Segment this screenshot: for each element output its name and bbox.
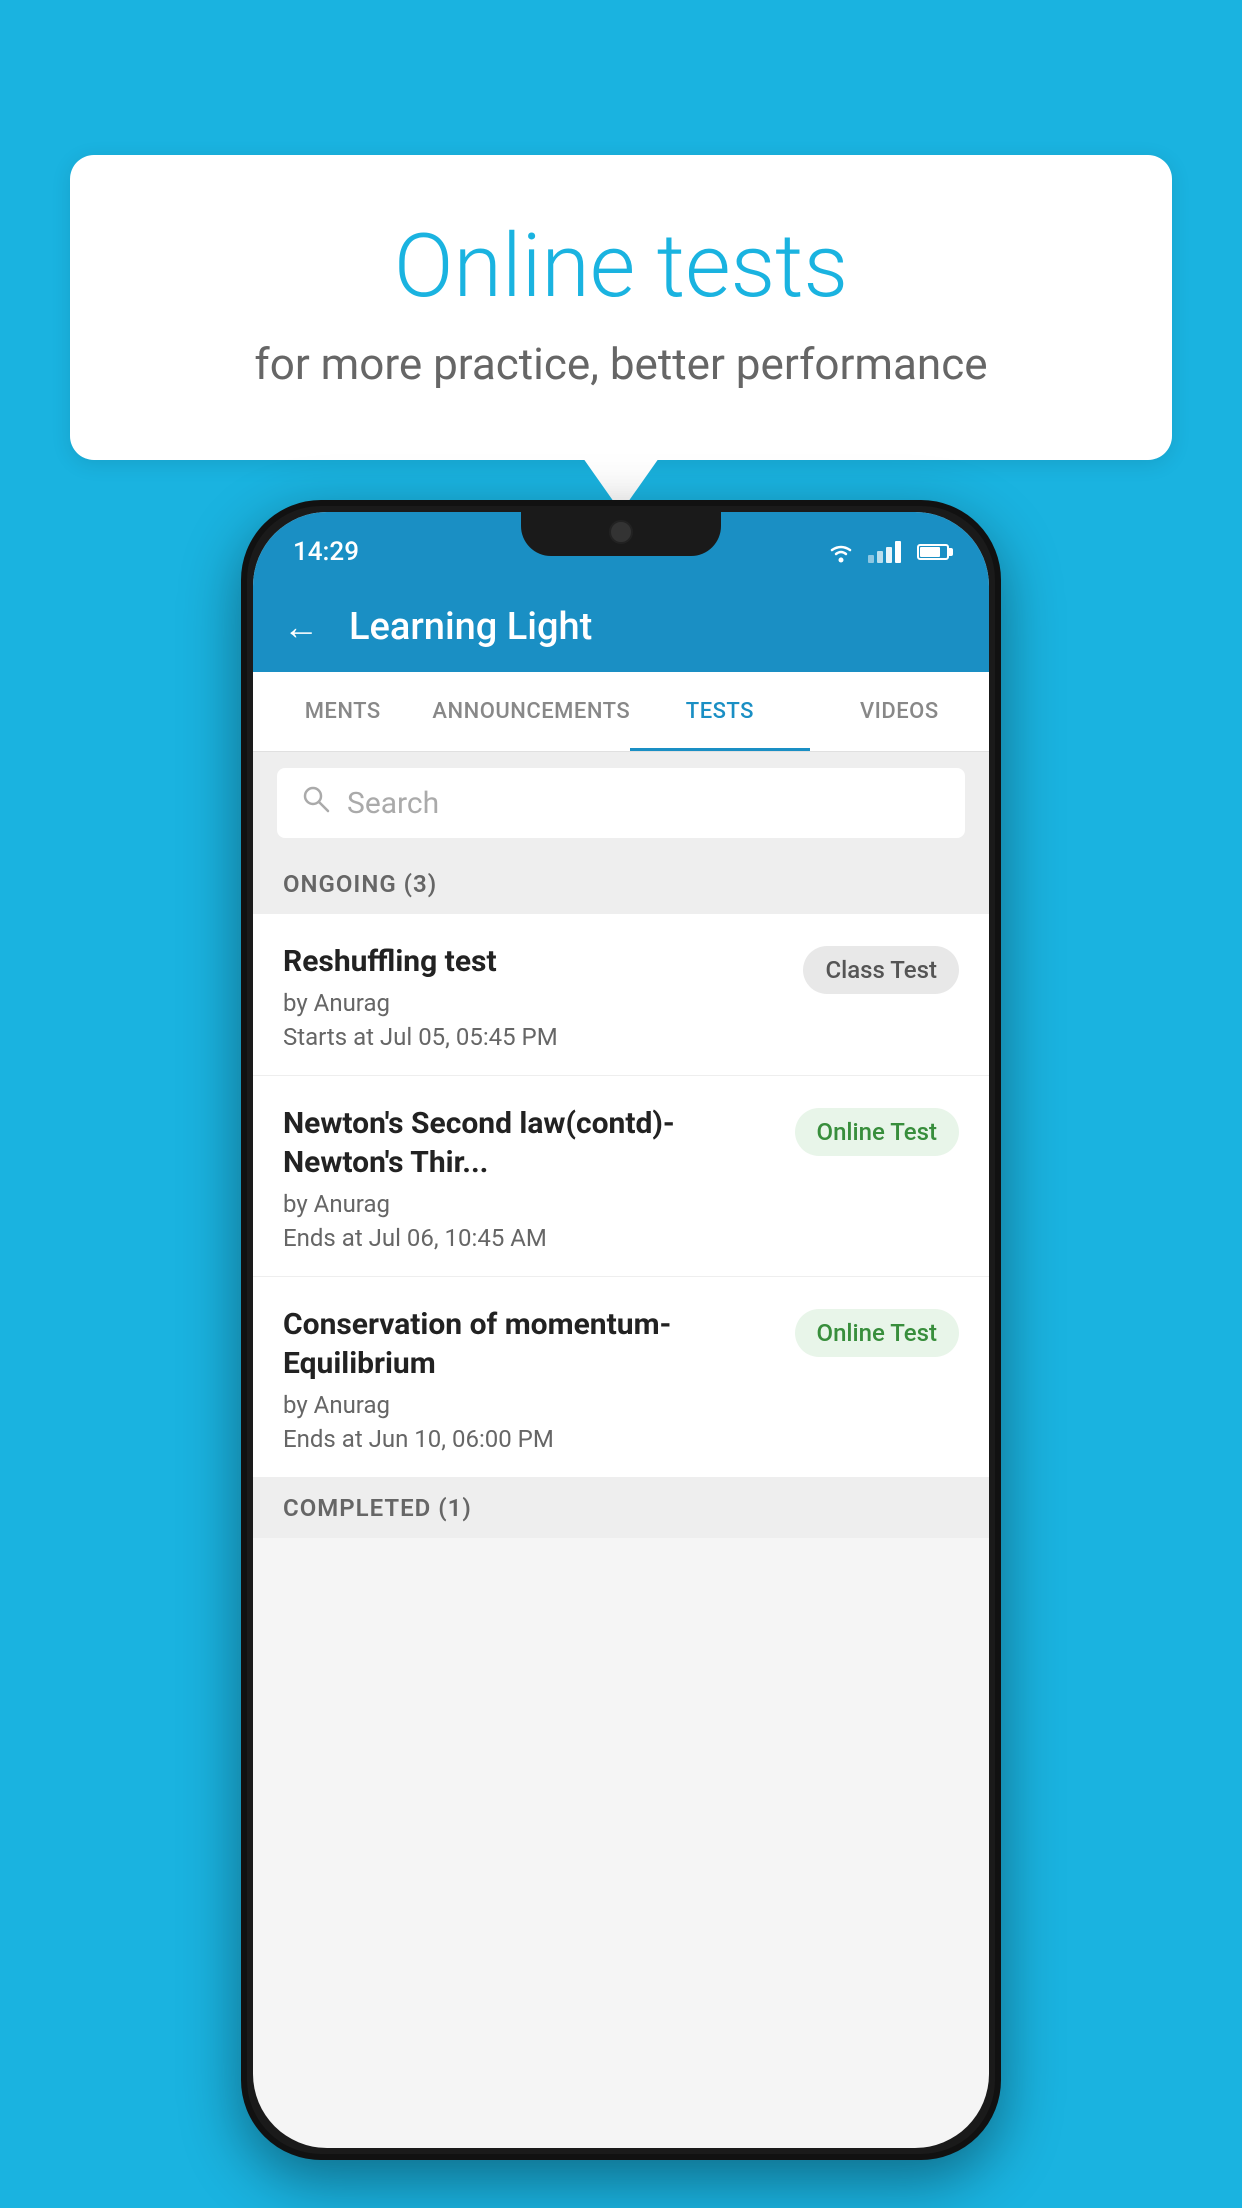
speech-bubble: Online tests for more practice, better p… [70,155,1172,460]
search-container: Search [253,752,989,854]
battery-icon [917,544,949,560]
test-name: Conservation of momentum-Equilibrium [283,1305,775,1383]
test-time: Starts at Jul 05, 05:45 PM [283,1023,783,1051]
tab-videos[interactable]: VIDEOS [810,672,989,751]
test-item[interactable]: Newton's Second law(contd)-Newton's Thir… [253,1076,989,1277]
test-name: Reshuffling test [283,942,783,981]
tab-ments[interactable]: MENTS [253,672,432,751]
test-info: Newton's Second law(contd)-Newton's Thir… [283,1104,795,1252]
test-badge: Online Test [795,1309,959,1357]
test-info: Conservation of momentum-Equilibrium by … [283,1305,795,1453]
test-author: by Anurag [283,989,783,1017]
tab-tests[interactable]: TESTS [630,672,809,751]
test-author: by Anurag [283,1391,775,1419]
phone-button-right [995,786,1001,876]
app-title: Learning Light [349,605,592,649]
phone-button-volume-up [241,706,247,766]
test-time: Ends at Jul 06, 10:45 AM [283,1224,775,1252]
signal-icon [868,541,901,563]
phone-frame: 14:29 [241,500,1001,2160]
status-time: 14:29 [293,537,359,567]
back-button[interactable]: ← [283,606,319,648]
phone-notch [521,506,721,556]
wifi-icon [826,541,856,563]
phone-screen: 14:29 [253,512,989,2148]
status-icons [826,541,949,563]
search-placeholder: Search [347,786,439,821]
phone-button-power [241,896,247,986]
test-badge: Online Test [795,1108,959,1156]
phone-camera [609,520,633,544]
app-header: ← Learning Light [253,582,989,672]
completed-section-header: COMPLETED (1) [253,1478,989,1538]
test-badge: Class Test [803,946,959,994]
search-bar[interactable]: Search [277,768,965,838]
test-name: Newton's Second law(contd)-Newton's Thir… [283,1104,775,1182]
bubble-subtitle: for more practice, better performance [150,338,1092,390]
test-info: Reshuffling test by Anurag Starts at Jul… [283,942,803,1051]
test-time: Ends at Jun 10, 06:00 PM [283,1425,775,1453]
test-author: by Anurag [283,1190,775,1218]
ongoing-section-header: ONGOING (3) [253,854,989,914]
test-item[interactable]: Conservation of momentum-Equilibrium by … [253,1277,989,1478]
tests-list: Reshuffling test by Anurag Starts at Jul… [253,914,989,1478]
background: Online tests for more practice, better p… [0,0,1242,2208]
tab-announcements[interactable]: ANNOUNCEMENTS [432,672,630,751]
bubble-title: Online tests [150,215,1092,318]
test-item[interactable]: Reshuffling test by Anurag Starts at Jul… [253,914,989,1076]
tab-bar: MENTS ANNOUNCEMENTS TESTS VIDEOS [253,672,989,752]
phone-button-volume-down [241,786,247,876]
search-icon [301,784,331,822]
